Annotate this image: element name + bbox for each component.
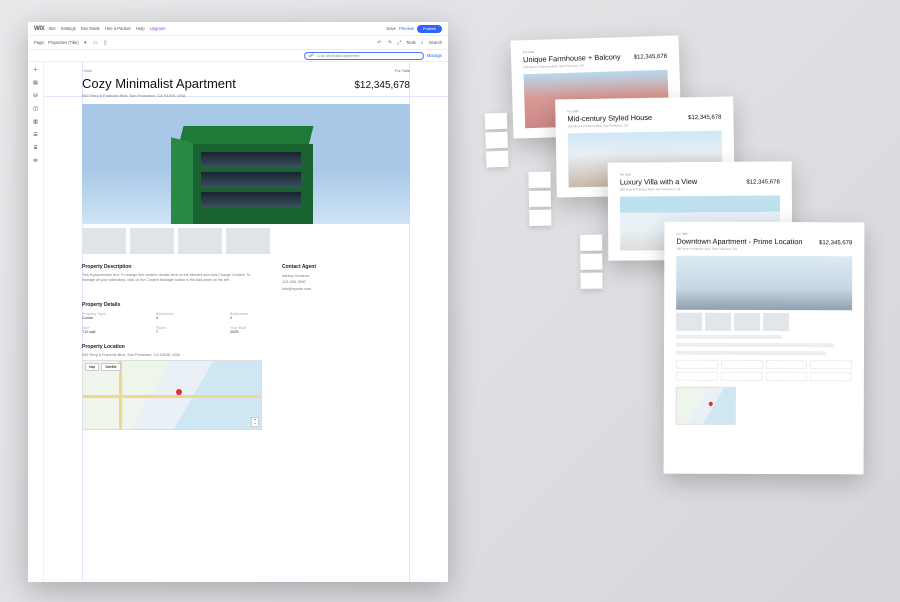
detail-value: 2005	[230, 330, 290, 334]
tools-button[interactable]: Tools	[406, 40, 416, 45]
menu-upgrade[interactable]: Upgrade	[150, 26, 166, 31]
menu-settings[interactable]: Settings	[61, 26, 76, 31]
preview-stack: For Sale Unique Farmhouse + Balcony $12,…	[488, 38, 878, 558]
page-name[interactable]: Properties (Title)	[48, 40, 79, 45]
wix-logo[interactable]: WIX	[34, 26, 44, 32]
card-address: 500 Terry A Francois Blvd, San Francisco…	[676, 247, 852, 252]
thumbnail[interactable]	[130, 228, 174, 254]
preview-button[interactable]: Preview	[399, 26, 414, 31]
canvas[interactable]: For Sale ‹ Back Cozy Minimalist Apartmen…	[44, 62, 448, 582]
mobile-icon[interactable]: ▯	[102, 39, 109, 46]
publish-button[interactable]: Publish	[417, 25, 442, 33]
card-details-grid	[676, 360, 852, 382]
menu-devmode[interactable]: Dev Mode	[81, 26, 100, 31]
desc-heading: Property Description	[82, 264, 252, 270]
save-button[interactable]: Save	[386, 26, 396, 31]
card-map	[676, 387, 736, 425]
top-menu: Site Settings Dev Mode Hire a Partner He…	[48, 26, 165, 31]
hero-image[interactable]	[82, 104, 410, 224]
card-price: $12,345,678	[819, 240, 852, 246]
location-heading: Property Location	[82, 344, 410, 350]
media-icon[interactable]: ▥	[32, 118, 39, 125]
card-address: 500 Terry A Francois Blvd, San Francisco…	[620, 186, 780, 191]
bookmarks-icon[interactable]: ☰	[32, 131, 39, 138]
detail-value: 7	[156, 330, 216, 334]
detail-value: 4	[156, 316, 216, 320]
map-pin-icon	[174, 387, 182, 395]
plus-icon[interactable]: ＋	[32, 66, 39, 73]
desktop-icon[interactable]: ▭	[92, 39, 99, 46]
manage-button[interactable]: Manage	[427, 53, 442, 58]
thumbnail[interactable]	[178, 228, 222, 254]
map-pin-icon	[708, 401, 714, 407]
thumbnail[interactable]	[82, 228, 126, 254]
listing-address: 500 Terry A Francois Blvd, San Francisco…	[82, 93, 410, 98]
layers-icon[interactable]: ▤	[32, 79, 39, 86]
thumbnail[interactable]	[226, 228, 270, 254]
card-thumbnails	[676, 313, 852, 332]
siderail: ＋ ▤ ⛁ ◫ ▥ ☰ ⌸ ✉	[28, 62, 44, 582]
secondbar: Page: Properties (Title) ▾ ▭ ▯ ↶ ↷ ⤢ Too…	[28, 36, 448, 50]
detail-value: 2	[230, 316, 290, 320]
dataset-field[interactable]: ☍ Cozy Minimalist Apartment	[304, 52, 424, 60]
menu-help[interactable]: Help	[136, 26, 145, 31]
preview-card[interactable]: For Sale Downtown Apartment - Prime Loca…	[664, 222, 865, 475]
listing-status: For Sale	[395, 68, 410, 73]
search-label[interactable]: Search	[429, 40, 442, 45]
map-zoom-control[interactable]: +−	[251, 417, 259, 428]
cms-icon[interactable]: ⌸	[32, 144, 39, 151]
thumbnail-row	[82, 228, 410, 254]
dataset-value: Cozy Minimalist Apartment	[317, 54, 360, 58]
dataset-bar: ☍ Cozy Minimalist Apartment Manage	[28, 50, 448, 62]
page-label: Page:	[34, 40, 45, 45]
chat-icon[interactable]: ✉	[32, 157, 39, 164]
card-price: $12,345,678	[688, 115, 721, 122]
detail-value: Condo	[82, 316, 142, 320]
zoom-icon[interactable]: ⤢	[396, 39, 403, 46]
listing-price[interactable]: $12,345,678	[354, 80, 410, 91]
contact-heading: Contact Agent	[282, 264, 316, 270]
back-link[interactable]: ‹ Back	[82, 69, 92, 73]
map-tab-satellite[interactable]: Satellite	[101, 363, 120, 371]
database-icon[interactable]: ⛁	[32, 92, 39, 99]
map[interactable]: Map Satellite +−	[82, 360, 262, 430]
location-address: 500 Terry A Francois Blvd, San Francisco…	[82, 353, 410, 357]
detail-value: 710 sqft	[82, 330, 142, 334]
card-price: $12,345,678	[746, 179, 779, 185]
link-icon: ☍	[308, 52, 315, 59]
redo-icon[interactable]: ↷	[386, 39, 393, 46]
map-tab-map[interactable]: Map	[85, 363, 99, 371]
search-icon[interactable]: ⌕	[419, 39, 426, 46]
agent-email: info@mysite.com	[282, 286, 316, 292]
chevron-down-icon[interactable]: ▾	[82, 39, 89, 46]
undo-icon[interactable]: ↶	[376, 39, 383, 46]
card-hero-image	[676, 256, 852, 311]
listing-title[interactable]: Cozy Minimalist Apartment	[82, 76, 354, 91]
topbar: WIX Site Settings Dev Mode Hire a Partne…	[28, 22, 448, 36]
card-price: $12,345,678	[634, 54, 668, 61]
editor-window: WIX Site Settings Dev Mode Hire a Partne…	[28, 22, 448, 582]
details-heading: Property Details	[82, 302, 410, 308]
card-title: Downtown Apartment - Prime Location	[676, 237, 819, 246]
card-title: Luxury Villa with a View	[620, 177, 747, 187]
menu-site[interactable]: Site	[48, 26, 55, 31]
menu-hire[interactable]: Hire a Partner	[105, 26, 131, 31]
apps-icon[interactable]: ◫	[32, 105, 39, 112]
details-grid: Property TypeCondo Bedrooms4 Bathrooms2 …	[82, 312, 410, 334]
desc-text[interactable]: This is placeholder text. To change this…	[82, 273, 252, 283]
